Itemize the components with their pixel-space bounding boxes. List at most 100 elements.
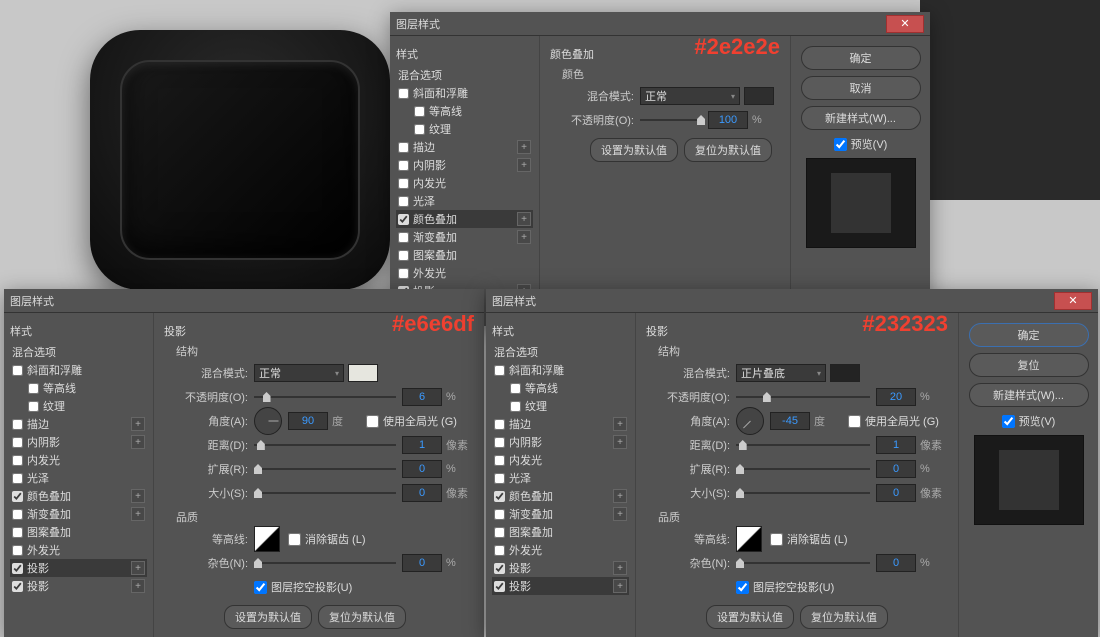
add-effect-icon[interactable]: + [613, 507, 627, 521]
add-effect-icon[interactable]: + [131, 489, 145, 503]
style-checkbox[interactable] [494, 509, 505, 520]
style-item[interactable]: 图案叠加 [10, 523, 147, 541]
style-item[interactable]: 外发光 [10, 541, 147, 559]
reset-button[interactable]: 复位 [969, 353, 1089, 377]
style-checkbox[interactable] [398, 250, 409, 261]
noise-slider[interactable] [254, 555, 396, 571]
set-default-button[interactable]: 设置为默认值 [706, 605, 794, 629]
style-checkbox[interactable] [12, 419, 23, 430]
style-item[interactable]: 斜面和浮雕 [492, 361, 629, 379]
style-checkbox[interactable] [12, 437, 23, 448]
style-item[interactable]: 描边 + [492, 415, 629, 433]
global-light-checkbox[interactable]: 使用全局光 (G) [366, 413, 457, 429]
blend-options[interactable]: 混合选项 [492, 343, 629, 361]
style-checkbox[interactable] [494, 527, 505, 538]
style-item[interactable]: 颜色叠加 + [492, 487, 629, 505]
style-checkbox[interactable] [494, 419, 505, 430]
add-effect-icon[interactable]: + [517, 158, 531, 172]
distance-slider[interactable] [254, 437, 396, 453]
opacity-value[interactable]: 100 [708, 111, 748, 129]
opacity-value[interactable]: 6 [402, 388, 442, 406]
style-checkbox[interactable] [398, 160, 409, 171]
style-checkbox[interactable] [494, 563, 505, 574]
style-item[interactable]: 图案叠加 [492, 523, 629, 541]
add-effect-icon[interactable]: + [131, 435, 145, 449]
style-checkbox[interactable] [398, 214, 409, 225]
titlebar[interactable]: 图层样式 [4, 289, 484, 313]
opacity-slider[interactable] [640, 112, 702, 128]
color-swatch[interactable] [348, 364, 378, 382]
titlebar[interactable]: 图层样式 ✕ [390, 12, 930, 36]
add-effect-icon[interactable]: + [131, 579, 145, 593]
new-style-button[interactable]: 新建样式(W)... [801, 106, 921, 130]
add-effect-icon[interactable]: + [613, 489, 627, 503]
style-item[interactable]: 光泽 [10, 469, 147, 487]
spread-slider[interactable] [254, 461, 396, 477]
color-swatch[interactable] [830, 364, 860, 382]
style-item[interactable]: 图案叠加 [396, 246, 533, 264]
style-checkbox[interactable] [12, 563, 23, 574]
ok-button[interactable]: 确定 [969, 323, 1089, 347]
style-checkbox[interactable] [510, 401, 521, 412]
style-item[interactable]: 纹理 [396, 120, 533, 138]
blendmode-dropdown[interactable]: 正常▾ [254, 364, 344, 382]
style-item[interactable]: 内发光 [396, 174, 533, 192]
add-effect-icon[interactable]: + [131, 507, 145, 521]
add-effect-icon[interactable]: + [613, 561, 627, 575]
angle-dial[interactable] [736, 407, 764, 435]
style-item[interactable]: 颜色叠加 + [10, 487, 147, 505]
angle-value[interactable]: -45 [770, 412, 810, 430]
style-checkbox[interactable] [510, 383, 521, 394]
style-item[interactable]: 光泽 [396, 192, 533, 210]
style-checkbox[interactable] [398, 232, 409, 243]
angle-value[interactable]: 90 [288, 412, 328, 430]
add-effect-icon[interactable]: + [517, 140, 531, 154]
close-icon[interactable]: ✕ [1054, 292, 1092, 310]
style-checkbox[interactable] [398, 88, 409, 99]
style-item[interactable]: 投影 + [10, 559, 147, 577]
cancel-button[interactable]: 取消 [801, 76, 921, 100]
style-checkbox[interactable] [494, 473, 505, 484]
style-item[interactable]: 斜面和浮雕 [396, 84, 533, 102]
color-swatch[interactable] [744, 87, 774, 105]
style-checkbox[interactable] [494, 491, 505, 502]
style-checkbox[interactable] [398, 142, 409, 153]
angle-dial[interactable] [254, 407, 282, 435]
style-checkbox[interactable] [494, 545, 505, 556]
style-item[interactable]: 等高线 [396, 102, 533, 120]
style-checkbox[interactable] [12, 473, 23, 484]
opacity-slider[interactable] [736, 389, 870, 405]
distance-slider[interactable] [736, 437, 870, 453]
style-checkbox[interactable] [494, 455, 505, 466]
preview-checkbox[interactable]: 预览(V) [1002, 413, 1056, 429]
style-checkbox[interactable] [12, 455, 23, 466]
style-item[interactable]: 渐变叠加 + [396, 228, 533, 246]
style-item[interactable]: 光泽 [492, 469, 629, 487]
style-item[interactable]: 颜色叠加 + [396, 210, 533, 228]
style-item[interactable]: 等高线 [492, 379, 629, 397]
style-item[interactable]: 外发光 [492, 541, 629, 559]
style-item[interactable]: 投影 + [492, 559, 629, 577]
style-checkbox[interactable] [494, 581, 505, 592]
close-icon[interactable]: ✕ [886, 15, 924, 33]
style-checkbox[interactable] [12, 365, 23, 376]
style-checkbox[interactable] [398, 268, 409, 279]
opacity-value[interactable]: 20 [876, 388, 916, 406]
antialias-checkbox[interactable]: 消除锯齿 (L) [288, 531, 366, 547]
style-checkbox[interactable] [494, 437, 505, 448]
blendmode-dropdown[interactable]: 正常▾ [640, 87, 740, 105]
style-item[interactable]: 投影 + [492, 577, 629, 595]
style-item[interactable]: 纹理 [492, 397, 629, 415]
style-item[interactable]: 内发光 [10, 451, 147, 469]
style-checkbox[interactable] [12, 491, 23, 502]
blend-options[interactable]: 混合选项 [396, 66, 533, 84]
style-item[interactable]: 渐变叠加 + [492, 505, 629, 523]
size-slider[interactable] [254, 485, 396, 501]
style-checkbox[interactable] [414, 124, 425, 135]
ok-button[interactable]: 确定 [801, 46, 921, 70]
add-effect-icon[interactable]: + [613, 435, 627, 449]
add-effect-icon[interactable]: + [517, 212, 531, 226]
style-item[interactable]: 纹理 [10, 397, 147, 415]
spread-slider[interactable] [736, 461, 870, 477]
reset-default-button[interactable]: 复位为默认值 [318, 605, 406, 629]
